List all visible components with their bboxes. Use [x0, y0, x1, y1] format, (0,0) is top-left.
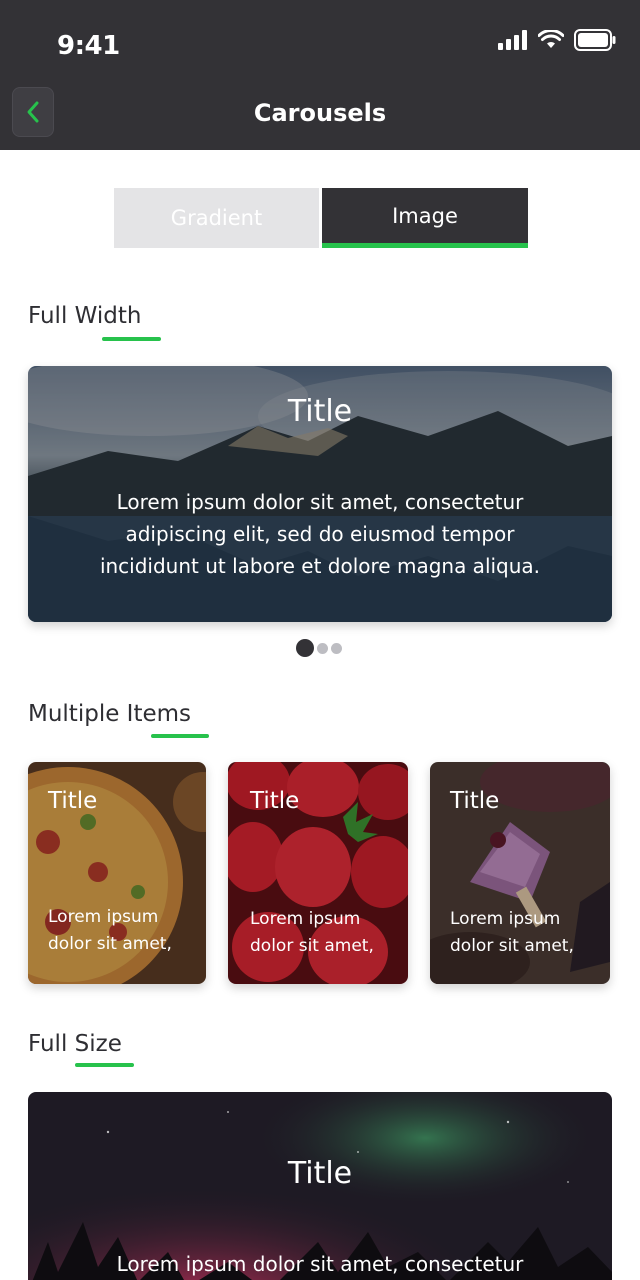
- carousel-card-pizza[interactable]: Title Lorem ipsum dolor sit amet,: [28, 762, 206, 984]
- card-description: Lorem ipsum dolor sit amet,: [450, 909, 574, 956]
- segment-gradient[interactable]: Gradient: [114, 188, 319, 248]
- section-underline: [102, 337, 161, 341]
- card-title: Title: [250, 788, 300, 814]
- card-description: Lorem ipsum dolor sit amet, consectetur …: [99, 490, 541, 578]
- status-icons: [498, 29, 616, 51]
- carousel-card-full-size[interactable]: Title Lorem ipsum dolor sit amet, consec…: [28, 1092, 612, 1280]
- section-underline: [75, 1063, 134, 1067]
- carousel-pagination: [296, 639, 342, 657]
- card-description: Lorem ipsum dolor sit amet,: [250, 909, 374, 956]
- section-title-full-size: Full Size: [28, 1031, 122, 1057]
- section-title-full-width: Full Width: [28, 303, 142, 329]
- carousel-card-ice-cream[interactable]: Title Lorem ipsum dolor sit amet,: [430, 762, 610, 984]
- pagination-dot[interactable]: [317, 642, 328, 654]
- section-title-multiple-items: Multiple Items: [28, 701, 192, 727]
- pagination-dot[interactable]: [331, 642, 342, 654]
- page-title: Carousels: [253, 99, 387, 127]
- card-title: Title: [287, 394, 353, 429]
- section-underline: [151, 734, 209, 738]
- wifi-icon: [538, 30, 564, 48]
- card-title: Title: [48, 788, 98, 814]
- carousel-card-full-width[interactable]: Title Lorem ipsum dolor sit amet, consec…: [28, 366, 612, 622]
- pagination-dot-active[interactable]: [296, 639, 314, 657]
- battery-icon: [574, 29, 616, 51]
- card-description: Lorem ipsum dolor sit amet,: [48, 907, 172, 954]
- signal-icon: [498, 30, 527, 50]
- header-bar: 9:41 Carousels: [0, 0, 640, 150]
- status-time: 9:41: [57, 31, 120, 61]
- card-description: Lorem ipsum dolor sit amet, consectetur: [116, 1252, 524, 1276]
- segment-image[interactable]: Image: [322, 188, 528, 248]
- carousel-card-strawberries[interactable]: Title Lorem ipsum dolor sit amet,: [228, 762, 408, 984]
- card-title: Title: [287, 1156, 353, 1191]
- card-title: Title: [450, 788, 500, 814]
